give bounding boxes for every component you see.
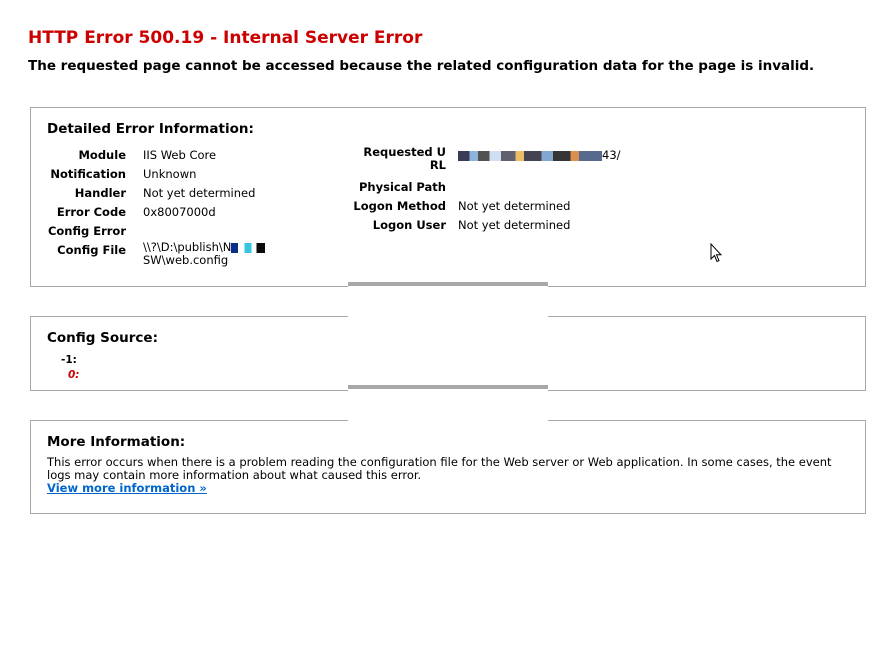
detail-key: Physical Path <box>359 180 446 194</box>
detail-key: Handler <box>74 186 126 200</box>
more-information-panel: More Information: This error occurs when… <box>30 420 866 514</box>
source-line: -1: <box>61 354 77 366</box>
redacted-block <box>231 242 266 253</box>
detail-value: 0x8007000d <box>143 205 216 219</box>
error-title: HTTP Error 500.19 - Internal Server Erro… <box>28 28 423 48</box>
detail-row-logon-method: Logon Method Not yet determined <box>341 197 661 216</box>
detailed-error-panel: Detailed Error Information: Module IIS W… <box>30 107 866 287</box>
error-subtitle: The requested page cannot be accessed be… <box>28 58 815 74</box>
detail-value: IIS Web Core <box>143 148 217 162</box>
detail-key: Config Error <box>47 224 126 238</box>
config-source-heading: Config Source: <box>47 330 158 346</box>
config-source-panel: Config Source: -1: 0: <box>30 316 866 391</box>
detail-row-handler: Handler Not yet determined <box>31 184 351 203</box>
source-line-error: 0: <box>68 369 80 381</box>
detail-key: Logon User <box>372 218 446 232</box>
detail-row-logon-user: Logon User Not yet determined <box>341 216 661 235</box>
view-more-info-link[interactable]: View more information » <box>47 482 207 495</box>
detail-left-column: Module IIS Web Core Notification Unknown… <box>31 146 351 267</box>
mouse-cursor-icon <box>710 243 722 263</box>
detail-value: Not yet determined <box>143 186 256 200</box>
detail-value: Unknown <box>143 167 197 181</box>
detail-value: Not yet determined <box>458 218 571 232</box>
detail-key: Module <box>78 148 126 162</box>
more-information-body: This error occurs when there is a proble… <box>47 456 857 495</box>
detail-key: Error Code <box>56 205 126 219</box>
detailed-error-heading: Detailed Error Information: <box>47 121 254 137</box>
detail-row-config-file: Config File \\?\D:\publish\NSW\web.confi… <box>31 241 351 267</box>
redacted-block <box>458 150 602 161</box>
config-file-suffix: SW\web.config <box>143 253 229 267</box>
detail-key: Requested URL <box>363 145 446 172</box>
detail-row-requested-url: Requested URL 43/ <box>341 146 661 178</box>
detail-row-notification: Notification Unknown <box>31 165 351 184</box>
detail-row-error-code: Error Code 0x8007000d <box>31 203 351 222</box>
detail-key: Config File <box>57 243 126 257</box>
detail-row-physical-path: Physical Path <box>341 178 661 197</box>
detail-row-config-error: Config Error <box>31 222 351 241</box>
detail-value: 43/ <box>458 146 621 165</box>
config-file-path: \\?\D:\publish\NSW\web.config <box>143 241 333 267</box>
detail-key: Logon Method <box>353 199 446 213</box>
config-source-lines: -1: 0: <box>61 353 80 383</box>
detail-key: Notification <box>50 167 126 181</box>
detail-right-column: Requested URL 43/ Physical Path Logon Me… <box>341 146 661 235</box>
config-file-prefix: \\?\D:\publish\N <box>143 240 232 254</box>
detail-value: Not yet determined <box>458 199 571 213</box>
requested-url-suffix: 43/ <box>602 148 621 162</box>
more-information-heading: More Information: <box>47 434 186 450</box>
more-information-text: This error occurs when there is a proble… <box>47 455 832 482</box>
detail-row-module: Module IIS Web Core <box>31 146 351 165</box>
